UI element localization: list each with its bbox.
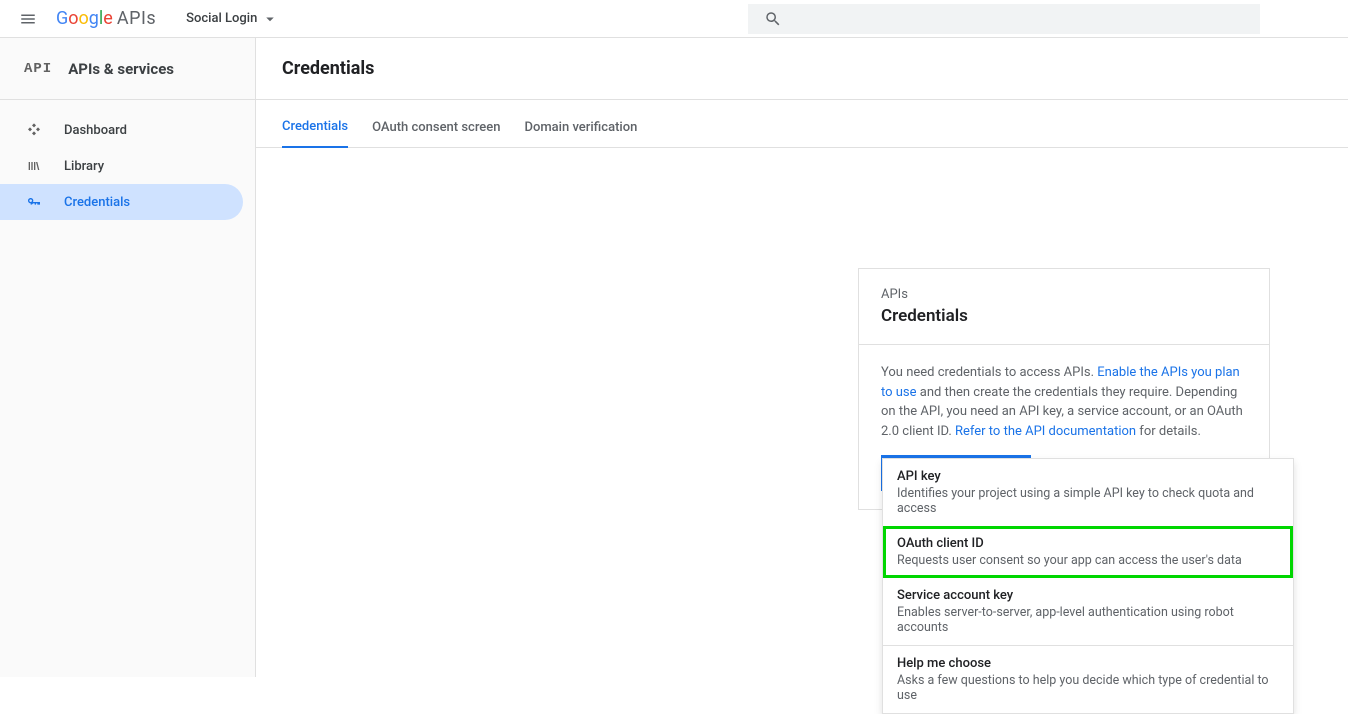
project-selector[interactable]: Social Login xyxy=(186,10,279,28)
caret-down-icon xyxy=(261,10,279,28)
sidebar-item-library[interactable]: Library xyxy=(0,148,255,184)
key-icon xyxy=(24,192,44,212)
menu-item-service-account-key[interactable]: Service account key Enables server-to-se… xyxy=(883,578,1293,645)
sidebar-title: APIs & services xyxy=(68,60,174,78)
tab-credentials[interactable]: Credentials xyxy=(282,119,348,148)
api-docs-link[interactable]: Refer to the API documentation xyxy=(955,424,1136,439)
tabs: Credentials OAuth consent screen Domain … xyxy=(256,100,1348,148)
page-header: Credentials xyxy=(256,38,1348,100)
top-bar: Google APIs Social Login xyxy=(0,0,1348,38)
create-credentials-menu: API key Identifies your project using a … xyxy=(882,458,1294,714)
card-eyebrow: APIs xyxy=(881,287,1247,302)
card-title: Credentials xyxy=(881,306,1247,326)
card-text: You need credentials to access APIs. xyxy=(881,365,1097,380)
search-input[interactable] xyxy=(748,4,1260,34)
menu-item-title: API key xyxy=(897,469,1279,484)
sidebar-item-label: Dashboard xyxy=(64,123,127,138)
sidebar-item-label: Credentials xyxy=(64,195,130,210)
menu-item-desc: Identifies your project using a simple A… xyxy=(897,486,1279,516)
sidebar-nav: Dashboard Library Credentials xyxy=(0,100,255,220)
sidebar: API APIs & services Dashboard Library xyxy=(0,38,256,677)
sidebar-item-dashboard[interactable]: Dashboard xyxy=(0,112,255,148)
main-layout: API APIs & services Dashboard Library xyxy=(0,38,1348,677)
search-icon xyxy=(764,10,782,28)
menu-item-oauth-client-id[interactable]: OAuth client ID Requests user consent so… xyxy=(883,526,1293,578)
google-apis-logo[interactable]: Google APIs xyxy=(56,8,156,29)
api-icon: API xyxy=(24,61,52,77)
tab-domain-verification[interactable]: Domain verification xyxy=(524,120,637,147)
library-icon xyxy=(24,156,44,176)
menu-item-help-me-choose[interactable]: Help me choose Asks a few questions to h… xyxy=(883,646,1293,713)
menu-item-title: Help me choose xyxy=(897,656,1279,671)
sidebar-item-label: Library xyxy=(64,159,104,174)
menu-item-desc: Asks a few questions to help you decide … xyxy=(897,673,1279,703)
menu-item-desc: Enables server-to-server, app-level auth… xyxy=(897,605,1279,635)
page-title: Credentials xyxy=(282,58,374,79)
project-name: Social Login xyxy=(186,11,257,26)
sidebar-item-credentials[interactable]: Credentials xyxy=(0,184,243,220)
menu-item-title: OAuth client ID xyxy=(897,536,1279,551)
card-header: APIs Credentials xyxy=(859,269,1269,345)
menu-item-title: Service account key xyxy=(897,588,1279,603)
dashboard-icon xyxy=(24,120,44,140)
menu-item-desc: Requests user consent so your app can ac… xyxy=(897,553,1279,568)
card-text: for details. xyxy=(1136,424,1201,439)
menu-icon[interactable] xyxy=(8,0,48,39)
content-area: Credentials Credentials OAuth consent sc… xyxy=(256,38,1348,677)
menu-item-api-key[interactable]: API key Identifies your project using a … xyxy=(883,459,1293,526)
sidebar-header: API APIs & services xyxy=(0,38,255,100)
tab-oauth-consent[interactable]: OAuth consent screen xyxy=(372,120,500,147)
